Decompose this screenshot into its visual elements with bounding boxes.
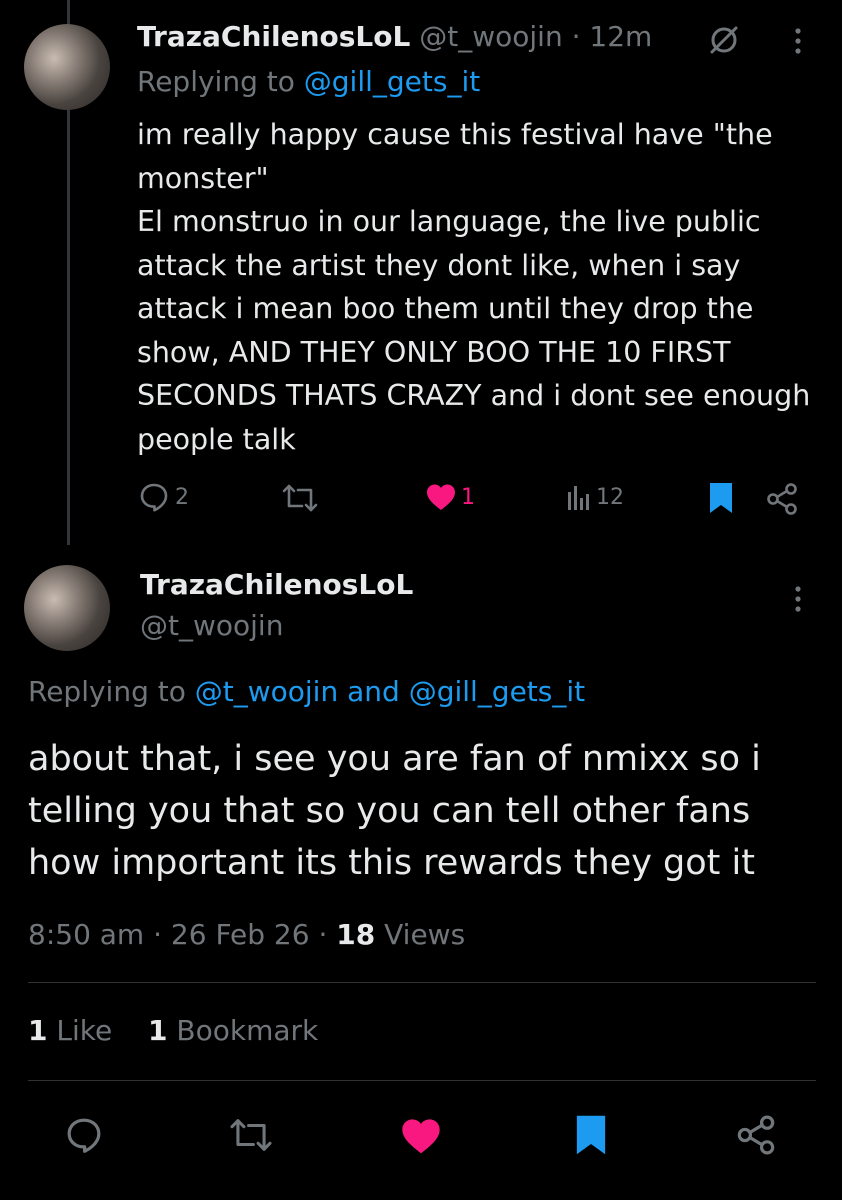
likes-stat[interactable]: 1 Like — [28, 1014, 112, 1047]
replying-to: Replying to @gill_gets_it — [137, 65, 480, 98]
reply-icon — [137, 480, 171, 514]
repost-icon[interactable] — [281, 482, 319, 514]
engagement-stats: 1 Like 1 Bookmark — [28, 1014, 318, 1047]
display-name[interactable]: TrazaChilenosLoL — [137, 20, 410, 53]
replying-to-label: Replying to — [28, 675, 186, 708]
separator: · — [571, 20, 581, 53]
parent-tweet-header: TrazaChilenosLoL @t_woojin · 12m — [137, 20, 652, 53]
bookmarks-stat[interactable]: 1 Bookmark — [148, 1014, 318, 1047]
avatar[interactable] — [24, 24, 110, 110]
repost-icon[interactable] — [228, 1116, 274, 1154]
parent-tweet-text: im really happy cause this festival have… — [137, 118, 811, 456]
reply-icon[interactable] — [63, 1114, 105, 1156]
likes-label: Like — [56, 1014, 113, 1047]
views-action[interactable]: 12 — [566, 482, 624, 512]
likes-count: 1 — [28, 1014, 48, 1047]
more-options-icon[interactable] — [790, 584, 806, 614]
analytics-icon — [566, 482, 592, 512]
avatar[interactable] — [24, 565, 110, 651]
bookmark-icon[interactable] — [573, 1113, 609, 1157]
tweet-metadata: 8:50 am · 26 Feb 26 · 18 Views — [28, 918, 466, 951]
reply-action[interactable]: 2 — [137, 480, 189, 514]
reply-count: 2 — [175, 484, 189, 510]
views-label: Views — [384, 918, 466, 951]
mention-link[interactable]: @gill_gets_it — [304, 65, 480, 98]
more-options-icon[interactable] — [790, 26, 806, 56]
bookmarks-label: Bookmark — [176, 1014, 319, 1047]
handle[interactable]: @t_woojin — [419, 20, 562, 53]
divider — [28, 1080, 816, 1081]
replying-to-label: Replying to — [137, 65, 295, 98]
views-count: 12 — [596, 484, 624, 510]
views-count: 18 — [336, 918, 376, 951]
mention-link[interactable]: @t_woojin and @gill_gets_it — [195, 675, 585, 708]
heart-icon[interactable] — [399, 1116, 443, 1156]
share-icon[interactable] — [765, 482, 799, 516]
like-count: 1 — [461, 484, 475, 510]
handle[interactable]: @t_woojin — [140, 609, 283, 642]
heart-icon — [425, 482, 457, 512]
replying-to: Replying to @t_woojin and @gill_gets_it — [28, 675, 585, 708]
bookmarks-count: 1 — [148, 1014, 168, 1047]
display-name[interactable]: TrazaChilenosLoL — [140, 568, 413, 601]
grok-icon[interactable] — [706, 22, 742, 58]
share-icon[interactable] — [735, 1114, 777, 1156]
divider — [28, 982, 816, 983]
tweet-time[interactable]: 8:50 am — [28, 918, 144, 951]
like-action[interactable]: 1 — [425, 482, 475, 512]
tweet-date[interactable]: 26 Feb 26 — [171, 918, 310, 951]
bookmark-icon[interactable] — [707, 481, 735, 515]
main-tweet-text: about that, i see you are fan of nmixx s… — [28, 739, 761, 883]
timestamp[interactable]: 12m — [589, 20, 652, 53]
